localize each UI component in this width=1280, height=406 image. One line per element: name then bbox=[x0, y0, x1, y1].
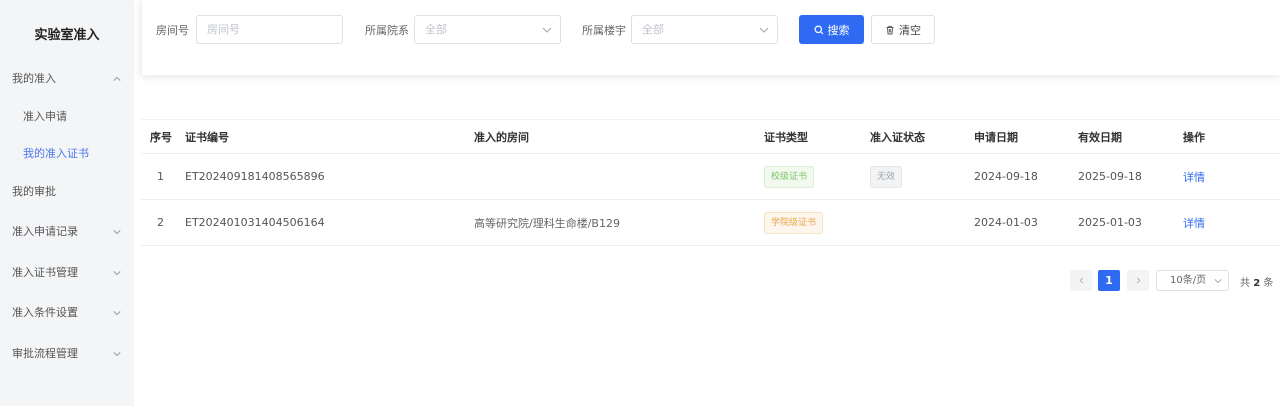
search-button-label: 搜索 bbox=[827, 23, 850, 37]
room-placeholder: 房间号 bbox=[207, 23, 240, 36]
page-size-value: 10条/页 bbox=[1170, 275, 1207, 286]
prev-page-button[interactable] bbox=[1070, 270, 1092, 291]
cert-status: 无效 bbox=[870, 154, 903, 199]
menu-label: 准入条件设置 bbox=[12, 306, 78, 319]
cert-type: 学院级证书 bbox=[764, 200, 824, 245]
building-label: 所属楼宇 bbox=[582, 24, 626, 37]
menu-label: 我的准入证书 bbox=[23, 147, 89, 160]
chevron-down-icon bbox=[112, 268, 122, 278]
chevron-down-icon bbox=[112, 227, 122, 237]
cert-type-tag: 学院级证书 bbox=[764, 211, 824, 234]
menu-access-conditions[interactable]: 准入条件设置 bbox=[12, 303, 122, 323]
column-header: 操作 bbox=[1183, 130, 1205, 144]
college-label: 所属院系 bbox=[365, 24, 409, 37]
total-count: 共 2 条 bbox=[1240, 274, 1273, 289]
room: 高等研究院/理科生命楼/B129 bbox=[474, 216, 620, 230]
chevron-down-icon bbox=[542, 27, 552, 33]
table-row: 1 ET202409181408565896 校级证书 无效 2024-09-1… bbox=[141, 154, 1280, 200]
cert-type-tag: 校级证书 bbox=[764, 165, 815, 188]
column-header: 证书编号 bbox=[185, 130, 229, 144]
search-icon bbox=[814, 25, 823, 34]
row-index: 1 bbox=[157, 170, 164, 183]
menu-label: 我的审批 bbox=[12, 185, 56, 198]
menu-label: 我的准入 bbox=[12, 72, 56, 85]
room-label: 房间号 bbox=[156, 24, 189, 37]
chevron-down-icon bbox=[759, 27, 769, 33]
room-input[interactable]: 房间号 bbox=[196, 15, 343, 44]
detail-link[interactable]: 详情 bbox=[1183, 200, 1205, 245]
cert-type: 校级证书 bbox=[764, 154, 815, 199]
column-header: 准入证状态 bbox=[870, 130, 925, 144]
chevron-left-icon bbox=[1079, 277, 1083, 284]
table-row: 2 ET202401031404506164 高等研究院/理科生命楼/B129 … bbox=[141, 200, 1280, 246]
menu-approval-flow[interactable]: 审批流程管理 bbox=[12, 344, 122, 364]
search-button[interactable]: 搜索 bbox=[799, 15, 864, 44]
total-suffix: 条 bbox=[1263, 278, 1274, 289]
detail-link[interactable]: 详情 bbox=[1183, 154, 1205, 199]
building-select[interactable]: 全部 bbox=[631, 15, 778, 44]
status-badge: 无效 bbox=[870, 165, 903, 188]
column-header: 准入的房间 bbox=[474, 130, 529, 144]
menu-my-approvals[interactable]: 我的审批 bbox=[12, 182, 122, 202]
menu-my-access[interactable]: 我的准入 bbox=[12, 69, 122, 89]
cert-number: ET202401031404506164 bbox=[185, 216, 325, 229]
cert-number: ET202409181408565896 bbox=[185, 170, 325, 183]
certificate-table: 序号 证书编号 准入的房间 证书类型 准入证状态 申请日期 有效日期 操作 1 … bbox=[141, 119, 1280, 246]
clear-button[interactable]: 清空 bbox=[871, 15, 935, 44]
college-select[interactable]: 全部 bbox=[414, 15, 561, 44]
college-value: 全部 bbox=[425, 23, 447, 36]
next-page-button[interactable] bbox=[1127, 270, 1149, 291]
column-header: 申请日期 bbox=[974, 130, 1018, 144]
menu-label: 准入申请记录 bbox=[12, 225, 78, 238]
chevron-up-icon bbox=[112, 74, 122, 84]
clear-button-label: 清空 bbox=[899, 23, 921, 37]
menu-access-apply[interactable]: 准入申请 bbox=[23, 107, 122, 127]
page-size-select[interactable]: 10条/页 bbox=[1156, 270, 1229, 291]
table-header: 序号 证书编号 准入的房间 证书类型 准入证状态 申请日期 有效日期 操作 bbox=[141, 119, 1280, 154]
chevron-down-icon bbox=[112, 349, 122, 359]
chevron-right-icon bbox=[1136, 277, 1140, 284]
building-value: 全部 bbox=[642, 23, 664, 36]
menu-label: 审批流程管理 bbox=[12, 347, 78, 360]
valid-date: 2025-01-03 bbox=[1078, 216, 1142, 229]
row-index: 2 bbox=[157, 216, 164, 229]
column-header: 序号 bbox=[150, 130, 172, 144]
app-title: 实验室准入 bbox=[34, 28, 100, 43]
column-header: 证书类型 bbox=[764, 130, 808, 144]
apply-date: 2024-09-18 bbox=[974, 170, 1038, 183]
chevron-down-icon bbox=[112, 308, 122, 318]
total-prefix: 共 bbox=[1240, 278, 1250, 289]
sidebar: 实验室准入 我的准入 准入申请 我的准入证书 我的审批 准入申请记录 准入证书管… bbox=[0, 0, 134, 406]
menu-apply-records[interactable]: 准入申请记录 bbox=[12, 222, 122, 242]
page-number[interactable]: 1 bbox=[1098, 270, 1120, 291]
column-header: 有效日期 bbox=[1078, 130, 1122, 144]
total-number: 2 bbox=[1253, 278, 1261, 289]
chevron-down-icon bbox=[1214, 279, 1222, 284]
search-panel: 房间号 房间号 所属院系 全部 所属楼宇 全部 搜索 清空 bbox=[141, 0, 1280, 75]
menu-label: 准入申请 bbox=[23, 110, 67, 123]
apply-date: 2024-01-03 bbox=[974, 216, 1038, 229]
menu-cert-management[interactable]: 准入证书管理 bbox=[12, 263, 122, 283]
menu-label: 准入证书管理 bbox=[12, 266, 78, 279]
trash-icon bbox=[886, 25, 894, 34]
menu-my-certificates[interactable]: 我的准入证书 bbox=[23, 144, 122, 164]
valid-date: 2025-09-18 bbox=[1078, 170, 1142, 183]
